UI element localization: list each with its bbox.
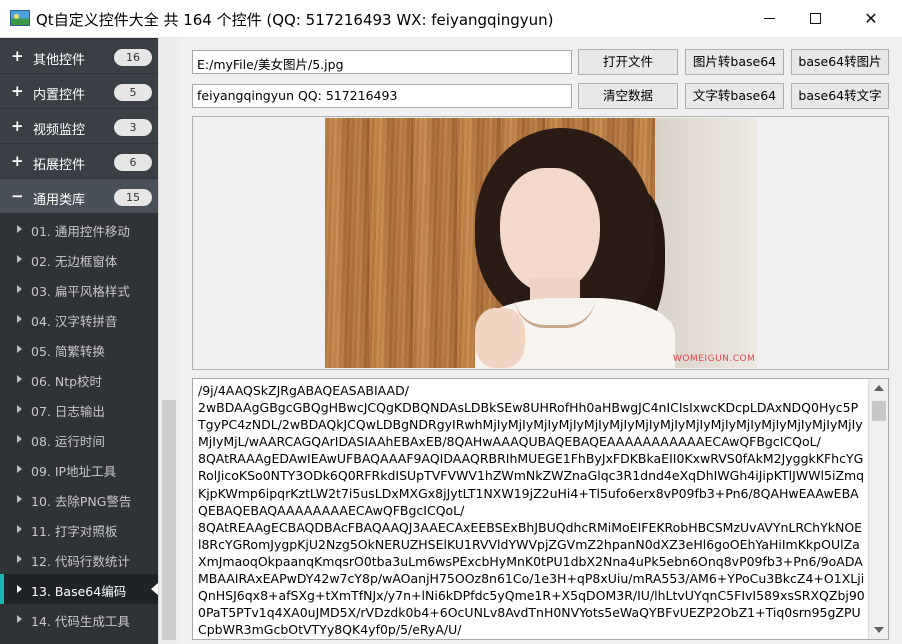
app-image-icon xyxy=(10,10,30,26)
output-scrollbar-thumb[interactable] xyxy=(872,401,886,421)
base64-output-textarea[interactable]: /9j/4AAQSkZJRgABAQEASABIAAD/ 2wBDAAgGBgc… xyxy=(192,378,889,640)
sidebar-item-line-count[interactable]: 12. 代码行数统计 xyxy=(0,544,158,574)
close-button[interactable]: ✕ xyxy=(848,0,894,37)
face xyxy=(500,168,600,293)
minimize-button[interactable] xyxy=(746,0,792,37)
sidebar-item-typing-board[interactable]: 11. 打字对照板 xyxy=(0,514,158,544)
title-bar: Qt自定义控件大全 共 164 个控件 (QQ: 517216493 WX: f… xyxy=(0,0,902,38)
sidebar-group-count: 6 xyxy=(114,154,152,171)
collapse-minus-icon: − xyxy=(11,187,24,205)
file-path-input[interactable]: E:/myFile/美女图片/5.jpg xyxy=(192,50,572,74)
sidebar-item-pinyin[interactable]: 04. 汉字转拼音 xyxy=(0,304,158,334)
chevron-right-icon xyxy=(17,555,22,563)
sidebar-group-extension[interactable]: + 拓展控件 6 xyxy=(0,144,158,179)
photo-watermark: WOMEIGUN.COM xyxy=(673,354,756,364)
sidebar-item-label: 03. 扁平风格样式 xyxy=(31,284,130,299)
chevron-right-icon xyxy=(17,435,22,443)
sidebar-group-label: 其他控件 xyxy=(33,53,86,68)
clear-data-button[interactable]: 清空数据 xyxy=(578,83,678,109)
sidebar-item-base64[interactable]: 13. Base64编码 xyxy=(0,574,158,604)
output-scrollbar[interactable] xyxy=(868,379,888,639)
sidebar-item-label: 05. 简繁转换 xyxy=(31,344,105,359)
base64-to-image-button[interactable]: base64转图片 xyxy=(791,49,889,75)
base64-output-text: /9j/4AAQSkZJRgABAQEASABIAAD/ 2wBDAAgGBgc… xyxy=(198,383,865,638)
scroll-down-arrow-icon[interactable] xyxy=(874,627,884,633)
maximize-button[interactable] xyxy=(792,0,838,37)
sidebar-group-other[interactable]: + 其他控件 16 xyxy=(0,39,158,74)
expand-plus-icon: + xyxy=(11,82,24,100)
sidebar-item-label: 02. 无边框窗体 xyxy=(31,254,118,269)
sidebar-scrollbar-thumb[interactable] xyxy=(162,400,176,640)
image-to-base64-button[interactable]: 图片转base64 xyxy=(685,49,784,75)
sidebar-item-code-gen[interactable]: 14. 代码生成工具 xyxy=(0,604,158,634)
window-title: Qt自定义控件大全 共 164 个控件 (QQ: 517216493 WX: f… xyxy=(36,11,554,29)
maximize-icon xyxy=(809,13,821,24)
image-preview-frame: WOMEIGUN.COM xyxy=(192,116,889,370)
sidebar-item-log-output[interactable]: 07. 日志输出 xyxy=(0,394,158,424)
sidebar-item-control-move[interactable]: 01. 通用控件移动 xyxy=(0,214,158,244)
chevron-right-icon xyxy=(17,405,22,413)
chevron-right-icon xyxy=(17,285,22,293)
sidebar-group-video[interactable]: + 视频监控 3 xyxy=(0,109,158,144)
scroll-up-arrow-icon[interactable] xyxy=(874,385,884,391)
chevron-right-icon xyxy=(17,345,22,353)
base64-to-text-button[interactable]: base64转文字 xyxy=(791,83,889,109)
close-icon: ✕ xyxy=(864,9,878,28)
sidebar-item-flat-style[interactable]: 03. 扁平风格样式 xyxy=(0,274,158,304)
sidebar-item-simp-trad[interactable]: 05. 简繁转换 xyxy=(0,334,158,364)
sidebar-item-label: 06. Ntp校时 xyxy=(31,374,103,389)
sidebar-item-label: 14. 代码生成工具 xyxy=(31,614,130,629)
sidebar-item-label: 07. 日志输出 xyxy=(31,404,105,419)
sidebar-group-count: 3 xyxy=(114,119,152,136)
sidebar-item-ip-tool[interactable]: 09. IP地址工具 xyxy=(0,454,158,484)
text-input[interactable]: feiyangqingyun QQ: 517216493 xyxy=(192,84,572,108)
sidebar-item-label: 11. 打字对照板 xyxy=(31,524,118,539)
sidebar-group-common-lib[interactable]: − 通用类库 15 xyxy=(0,179,158,214)
sidebar-item-run-time[interactable]: 08. 运行时间 xyxy=(0,424,158,454)
sidebar-item-label: 01. 通用控件移动 xyxy=(31,224,130,239)
sidebar-group-label: 视频监控 xyxy=(33,123,86,138)
sidebar-item-label: 10. 去除PNG警告 xyxy=(31,494,132,509)
chevron-right-icon xyxy=(17,615,22,623)
sidebar-group-count: 15 xyxy=(114,189,152,206)
sidebar-item-frameless[interactable]: 02. 无边框窗体 xyxy=(0,244,158,274)
sidebar-item-label: 04. 汉字转拼音 xyxy=(31,314,118,329)
sidebar-group-builtin[interactable]: + 内置控件 5 xyxy=(0,74,158,109)
sidebar-group-count: 16 xyxy=(114,49,152,66)
sidebar-item-label: 08. 运行时间 xyxy=(31,434,105,449)
sidebar-nav: + 其他控件 16 + 内置控件 5 + 视频监控 3 + 拓展控件 6 − 通… xyxy=(0,38,178,644)
chevron-right-icon xyxy=(17,465,22,473)
hand xyxy=(475,308,525,368)
sidebar-item-png-warning[interactable]: 10. 去除PNG警告 xyxy=(0,484,158,514)
chevron-right-icon xyxy=(17,525,22,533)
expand-plus-icon: + xyxy=(11,152,24,170)
chevron-right-icon xyxy=(17,495,22,503)
preview-photo: WOMEIGUN.COM xyxy=(325,118,757,368)
sidebar-item-label: 13. Base64编码 xyxy=(31,584,127,599)
chevron-right-icon xyxy=(17,585,22,593)
open-file-button[interactable]: 打开文件 xyxy=(578,49,678,75)
sidebar-item-label: 12. 代码行数统计 xyxy=(31,554,130,569)
expand-plus-icon: + xyxy=(11,47,24,65)
expand-plus-icon: + xyxy=(11,117,24,135)
sidebar-item-label: 09. IP地址工具 xyxy=(31,464,117,479)
minimize-icon xyxy=(763,18,775,19)
sidebar-group-label: 拓展控件 xyxy=(33,158,86,173)
chevron-right-icon xyxy=(17,375,22,383)
sidebar-scrollbar[interactable] xyxy=(158,38,178,644)
text-to-base64-button[interactable]: 文字转base64 xyxy=(685,83,784,109)
sidebar-group-label: 通用类库 xyxy=(33,193,86,208)
chevron-right-icon xyxy=(17,315,22,323)
chevron-right-icon xyxy=(17,255,22,263)
main-panel: E:/myFile/美女图片/5.jpg 打开文件 图片转base64 base… xyxy=(178,38,902,644)
sidebar-group-label: 内置控件 xyxy=(33,88,86,103)
sidebar-item-ntp[interactable]: 06. Ntp校时 xyxy=(0,364,158,394)
chevron-right-icon xyxy=(17,225,22,233)
sidebar-group-count: 5 xyxy=(114,84,152,101)
